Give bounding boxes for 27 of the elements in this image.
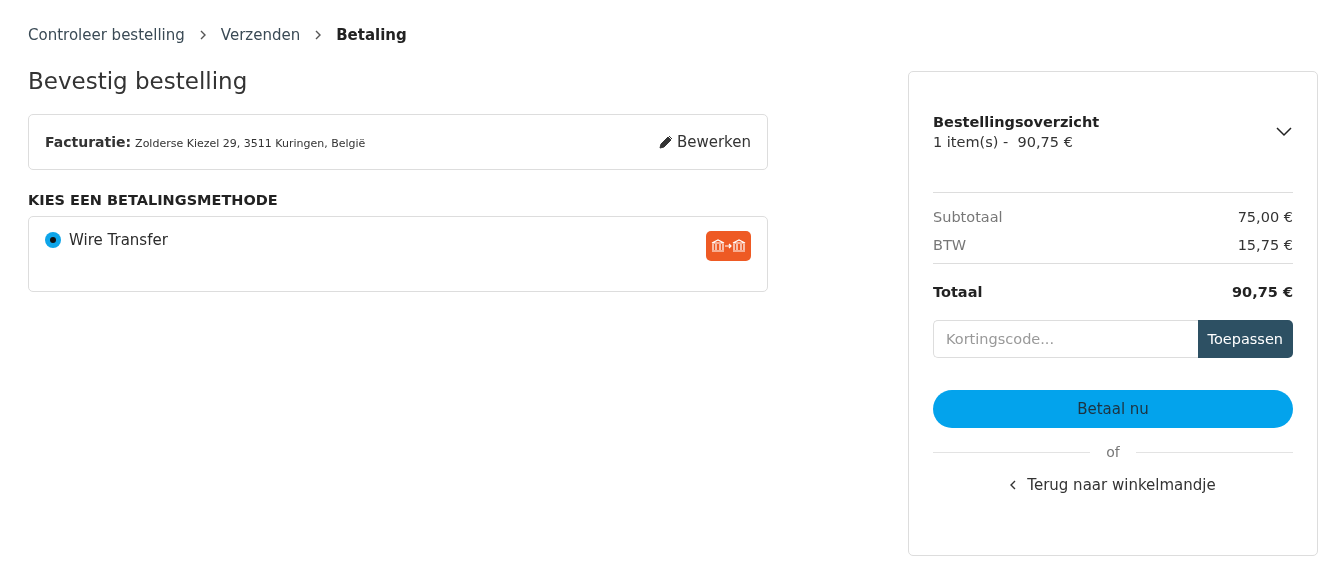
breadcrumb-item[interactable]: Controleer bestelling — [28, 26, 185, 44]
pencil-icon — [658, 135, 673, 149]
pay-button[interactable]: Betaal nu — [933, 390, 1293, 428]
radio-button[interactable] — [45, 232, 61, 248]
line-value: 75,00 € — [1237, 209, 1293, 225]
line-value: 15,75 € — [1237, 237, 1293, 253]
page-title: Bevestig bestelling — [28, 68, 249, 94]
summary-subtitle: 1 item(s) - 90,75 € — [933, 134, 1074, 150]
breadcrumb-item[interactable]: Verzenden — [220, 26, 301, 44]
summary-title: Bestellingsoverzicht — [933, 114, 1100, 130]
separator-text: of — [1106, 444, 1120, 460]
back-link[interactable]: Terug naar winkelmandje — [1010, 476, 1216, 494]
section-heading: KIES EEN BETALINGSMETHODE — [28, 192, 279, 208]
billing-address: Facturatie: Zolderse Kiezel 29, 3511 Kuringen, België — [45, 134, 366, 150]
line-label: Subtotaal — [933, 209, 1003, 225]
breadcrumb-item[interactable]: Betaling — [336, 26, 407, 44]
chevron-right-icon — [314, 29, 323, 41]
total-value: 90,75 € — [1232, 284, 1293, 300]
chevron-left-icon — [1010, 480, 1018, 490]
total-label: Totaal — [933, 284, 983, 300]
coupon-field[interactable]: Kortingscode... — [933, 320, 1198, 358]
line-label: BTW — [933, 237, 967, 253]
bank-transfer-icon — [706, 231, 751, 261]
apply-button[interactable]: Toepassen — [1197, 320, 1293, 358]
chevron-right-icon — [198, 29, 207, 41]
edit-link[interactable]: Bewerken — [658, 133, 751, 151]
payment-method-option[interactable]: Wire Transfer — [45, 231, 168, 249]
